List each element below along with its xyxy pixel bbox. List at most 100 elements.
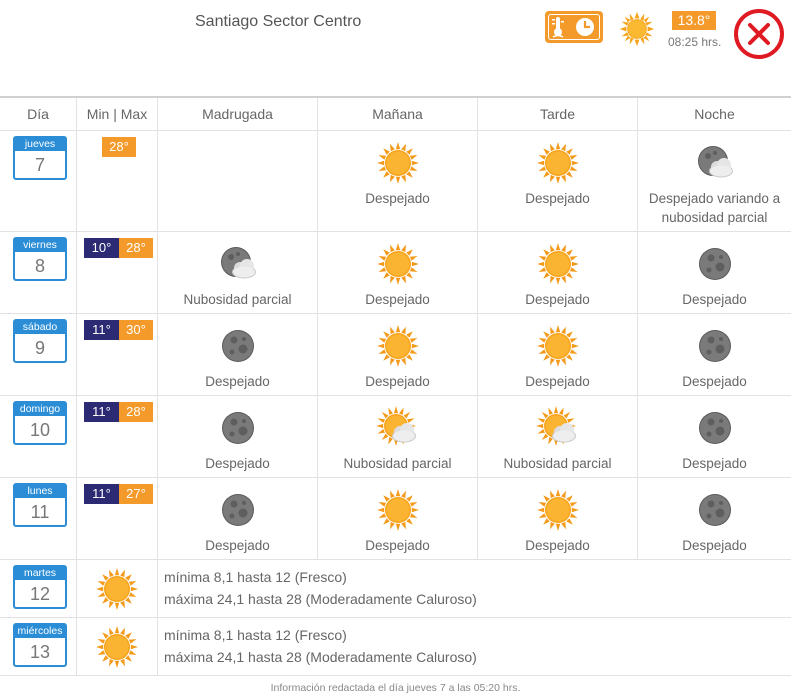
period-cell: Nubosidad parcial	[318, 396, 478, 477]
moon-icon	[216, 324, 260, 368]
condition-label: Nubosidad parcial	[503, 456, 612, 471]
forecast-table: Día Min | Max Madrugada Mañana Tarde Noc…	[0, 96, 791, 676]
header-manana: Mañana	[318, 98, 478, 130]
condition-label: Despejado	[365, 538, 430, 553]
condition-label: Despejado	[205, 374, 270, 389]
period-cell: Despejado	[638, 396, 791, 477]
sun-icon	[376, 141, 420, 185]
summary-cell: mínima 8,1 hasta 12 (Fresco) máxima 24,1…	[158, 618, 791, 675]
condition-label: Despejado variando a nubosidad parcial	[648, 191, 781, 225]
condition-label: Despejado	[525, 374, 590, 389]
sun-icon	[536, 488, 580, 532]
period-cell: Despejado variando a nubosidad parcial	[638, 131, 791, 231]
day-calendar: miércoles 13	[13, 623, 67, 667]
footer-note: Información redactada el día jueves 7 a …	[270, 682, 521, 694]
period-cell: Nubosidad parcial	[158, 232, 318, 313]
summary-cell: mínima 8,1 hasta 12 (Fresco) máxima 24,1…	[158, 560, 791, 617]
day-cell: domingo 10	[0, 396, 77, 477]
sun-cloud-icon	[536, 406, 580, 450]
min-temp: 11°	[84, 402, 119, 422]
extended-row: martes 12 mínima 8,1 hasta 12 (Fresco) m…	[0, 560, 791, 618]
day-number: 12	[29, 584, 51, 604]
moon-cloud-icon	[693, 141, 737, 185]
header-madrugada: Madrugada	[158, 98, 318, 130]
condition-label: Despejado	[365, 374, 430, 389]
thermometer-clock-icon[interactable]	[545, 11, 603, 43]
current-temperature: 13.8°	[672, 11, 716, 30]
table-row: lunes 11 11° 27° Despejado Despejado Despej…	[0, 478, 791, 560]
day-cell: viernes 8	[0, 232, 77, 313]
day-number: 8	[34, 256, 45, 276]
period-cell: Despejado	[638, 314, 791, 395]
table-row: jueves 7 28° Despejado Despejado Despejad…	[0, 131, 791, 232]
day-calendar: domingo 10	[13, 401, 67, 445]
day-calendar: sábado 9	[13, 319, 67, 363]
period-cell: Despejado	[478, 478, 638, 559]
sun-icon	[536, 324, 580, 368]
table-header-row: Día Min | Max Madrugada Mañana Tarde Noc…	[0, 98, 791, 131]
minmax-cell: 11° 30°	[77, 314, 158, 395]
period-cell: Despejado	[318, 232, 478, 313]
sun-cloud-icon	[376, 406, 420, 450]
day-name: miércoles	[15, 625, 65, 638]
period-cell: Despejado	[478, 232, 638, 313]
header-tarde: Tarde	[478, 98, 638, 130]
period-cell	[158, 131, 318, 231]
moon-icon	[216, 488, 260, 532]
moon-icon	[216, 406, 260, 450]
period-cell: Despejado	[318, 314, 478, 395]
day-cell: miércoles 13	[0, 618, 77, 675]
max-temp: 28°	[119, 402, 153, 422]
day-cell: martes 12	[0, 560, 77, 617]
period-cell: Despejado	[638, 232, 791, 313]
table-row: sábado 9 11° 30° Despejado Despejado Despej…	[0, 314, 791, 396]
close-button[interactable]	[734, 9, 784, 59]
day-number: 9	[34, 338, 45, 358]
minmax-cell: 10° 28°	[77, 232, 158, 313]
sun-icon	[536, 242, 580, 286]
min-temp: 11°	[84, 484, 119, 504]
day-name: viernes	[15, 239, 65, 252]
moon-icon	[693, 406, 737, 450]
period-cell: Despejado	[318, 131, 478, 231]
condition-label: Despejado	[525, 191, 590, 206]
day-name: sábado	[15, 321, 65, 334]
sun-icon	[376, 488, 420, 532]
condition-label: Despejado	[525, 292, 590, 307]
updated-time: 08:25 hrs.	[668, 35, 722, 49]
table-row: viernes 8 10° 28° Nubosidad parcial Despej…	[0, 232, 791, 314]
table-row: domingo 10 11° 28° Despejado Nubosidad pa…	[0, 396, 791, 478]
minmax-cell: 28°	[77, 131, 158, 231]
header-day: Día	[0, 98, 77, 130]
day-cell: lunes 11	[0, 478, 77, 559]
min-temp: 10°	[84, 238, 119, 258]
sun-icon	[376, 242, 420, 286]
max-summary: máxima 24,1 hasta 28 (Moderadamente Calu…	[164, 591, 477, 607]
period-cell: Despejado	[158, 396, 318, 477]
condition-label: Despejado	[682, 538, 747, 553]
location-title: Santiago Sector Centro	[195, 13, 362, 30]
sun-icon	[619, 11, 655, 47]
condition-label: Despejado	[682, 292, 747, 307]
period-cell: Despejado	[478, 131, 638, 231]
min-summary: mínima 8,1 hasta 12 (Fresco)	[164, 569, 347, 585]
sun-icon	[95, 625, 139, 669]
day-name: domingo	[15, 403, 65, 416]
day-name: lunes	[15, 485, 65, 498]
day-cell: jueves 7	[0, 131, 77, 231]
max-temp: 30°	[119, 320, 153, 340]
day-calendar: martes 12	[13, 565, 67, 609]
day-name: jueves	[15, 138, 65, 151]
sun-icon	[376, 324, 420, 368]
max-summary: máxima 24,1 hasta 28 (Moderadamente Calu…	[164, 649, 477, 665]
condition-label: Despejado	[205, 456, 270, 471]
moon-icon	[693, 242, 737, 286]
day-number: 7	[34, 155, 45, 175]
sun-icon	[95, 567, 139, 611]
day-calendar: jueves 7	[13, 136, 67, 180]
condition-label: Despejado	[682, 456, 747, 471]
max-temp: 28°	[102, 137, 136, 157]
condition-label: Despejado	[682, 374, 747, 389]
condition-label: Nubosidad parcial	[183, 292, 292, 307]
day-number: 13	[29, 642, 51, 662]
